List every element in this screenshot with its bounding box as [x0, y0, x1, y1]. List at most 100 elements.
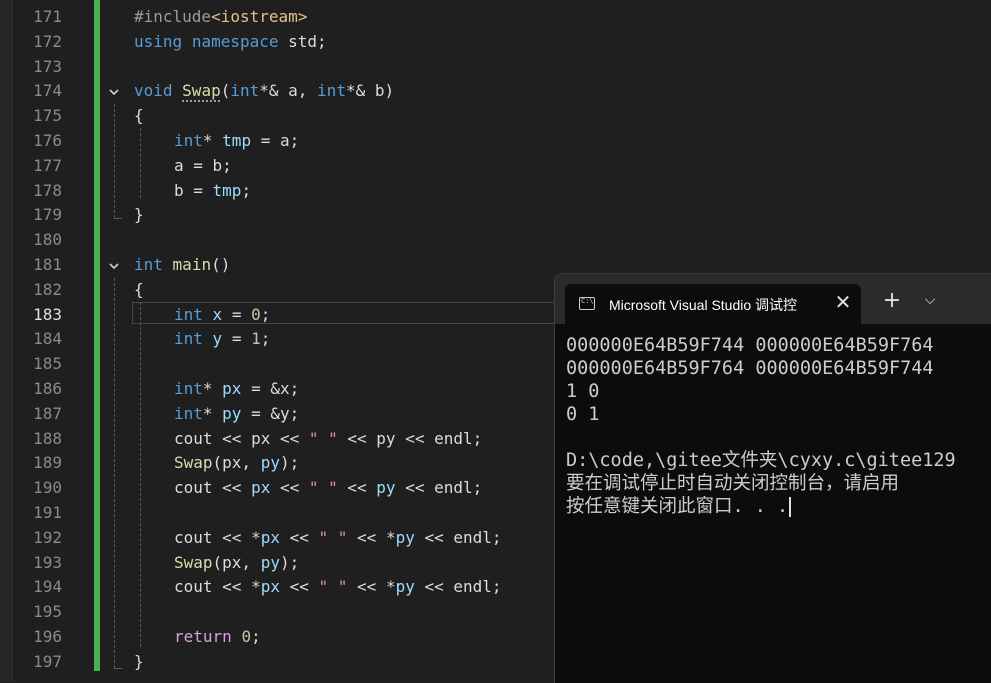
code-token: using [134, 31, 183, 51]
code-token: int [174, 329, 203, 349]
code-token: <iostream> [211, 7, 308, 26]
code-token: std; [278, 31, 327, 51]
line-number: 186 [33, 379, 62, 398]
line-number: 191 [33, 503, 62, 522]
code-token: *& a, [259, 81, 318, 101]
code-token: * [202, 379, 223, 398]
line-number: 179 [33, 205, 62, 225]
code-line-171: #include<iostream> [134, 5, 307, 30]
chevron-down-icon[interactable] [108, 260, 120, 272]
console-line: 1 0 [566, 381, 600, 402]
code-token: py [222, 403, 242, 423]
console-line-text: 按任意键关闭此窗口. . . [566, 496, 789, 517]
console-line: 0 1 [566, 404, 600, 425]
text-cursor [789, 497, 792, 517]
code-token: py [376, 478, 396, 498]
code-line-177: a = b; [174, 155, 232, 175]
chevron-down-icon[interactable] [108, 86, 120, 98]
line-number: 195 [33, 602, 62, 622]
scope-guide-end [114, 218, 122, 219]
code-token: int [174, 379, 203, 398]
code-token: " " [318, 527, 348, 547]
line-number: 184 [33, 329, 62, 349]
code-line-196: return 0; [174, 625, 261, 650]
line-number: 193 [33, 552, 62, 572]
line-number: 180 [33, 230, 62, 250]
line-number: 192 [33, 527, 62, 547]
scope-guide-end [114, 668, 122, 669]
code-line-182: { [134, 279, 144, 299]
indent-guide [140, 302, 141, 647]
line-number-active: 183 [33, 304, 62, 324]
code-token: ); [279, 453, 300, 473]
code-token: Swap [174, 453, 213, 473]
code-token: cout << [174, 478, 252, 498]
console-output[interactable]: 000000E64B59F744 000000E64B59F764 000000… [566, 334, 991, 518]
code-token: cout << px << [174, 428, 309, 448]
console-tab[interactable]: Microsoft Visual Studio 调试控 ✕ [565, 284, 861, 324]
code-token: = [222, 329, 252, 349]
chevron-down-icon[interactable]: ⌵ [921, 291, 939, 309]
debug-console-window[interactable]: Microsoft Visual Studio 调试控 ✕ + ⌵ 000000… [554, 273, 991, 683]
code-token: << [337, 478, 377, 498]
code-token: tmp [222, 131, 252, 150]
console-tab-bar: Microsoft Visual Studio 调试控 ✕ + ⌵ [555, 274, 991, 324]
code-token: (px, [212, 453, 261, 473]
code-token: (px, [212, 552, 261, 572]
code-token: 0 [251, 304, 261, 324]
code-token: *& b) [345, 81, 395, 101]
line-number: 172 [33, 31, 62, 51]
code-token: = a; [251, 131, 300, 150]
plus-icon[interactable]: + [881, 290, 903, 312]
terminal-icon [579, 297, 595, 310]
code-token: int [174, 131, 203, 150]
code-token: void [134, 81, 173, 101]
code-line-175: { [134, 106, 144, 126]
code-token: " " [308, 478, 338, 498]
close-icon[interactable]: ✕ [833, 292, 853, 312]
line-number: 174 [33, 81, 62, 101]
line-number: 187 [33, 403, 62, 423]
line-number: 190 [33, 478, 62, 498]
line-number: 194 [33, 577, 62, 597]
code-token: tmp [212, 180, 242, 200]
line-number: 175 [33, 106, 62, 126]
code-token: cout << * [174, 527, 261, 547]
code-line-194: cout << *px << " " << *py << endl; [174, 575, 502, 600]
code-token: = &y; [241, 403, 300, 423]
line-number: 171 [33, 7, 62, 26]
code-token: << endl; [414, 577, 502, 597]
code-line-192: cout << *px << " " << *py << endl; [174, 526, 502, 551]
line-number: 177 [33, 155, 62, 175]
code-line-187: int* py = &y; [174, 402, 299, 427]
code-token: Swap [182, 81, 221, 101]
code-line-181: int main() [134, 253, 230, 278]
editor-left-margin [0, 0, 13, 682]
scope-guide [114, 278, 115, 668]
code-token: py [260, 453, 280, 473]
code-token: << * [347, 527, 396, 547]
line-number: 197 [33, 651, 62, 671]
code-token: int [134, 255, 163, 274]
code-token: " " [308, 428, 338, 448]
line-number: 182 [33, 279, 62, 299]
code-line-188: cout << px << " " << py << endl; [174, 427, 482, 452]
code-token: px [222, 379, 242, 398]
code-token: px [260, 577, 280, 597]
code-token: return [174, 627, 232, 646]
code-token: main [172, 255, 212, 274]
code-line-172: using namespace std; [134, 30, 327, 55]
code-token: << endl; [414, 527, 502, 547]
code-token: py [260, 552, 280, 572]
code-token: = [222, 304, 252, 324]
code-token: ); [279, 552, 300, 572]
code-line-190: cout << px << " " << py << endl; [174, 476, 482, 501]
line-number: 188 [33, 428, 62, 448]
line-number: 189 [33, 453, 62, 473]
code-line-184: int y = 1; [174, 327, 270, 352]
code-token: px [251, 478, 271, 498]
code-token: ; [241, 180, 252, 200]
